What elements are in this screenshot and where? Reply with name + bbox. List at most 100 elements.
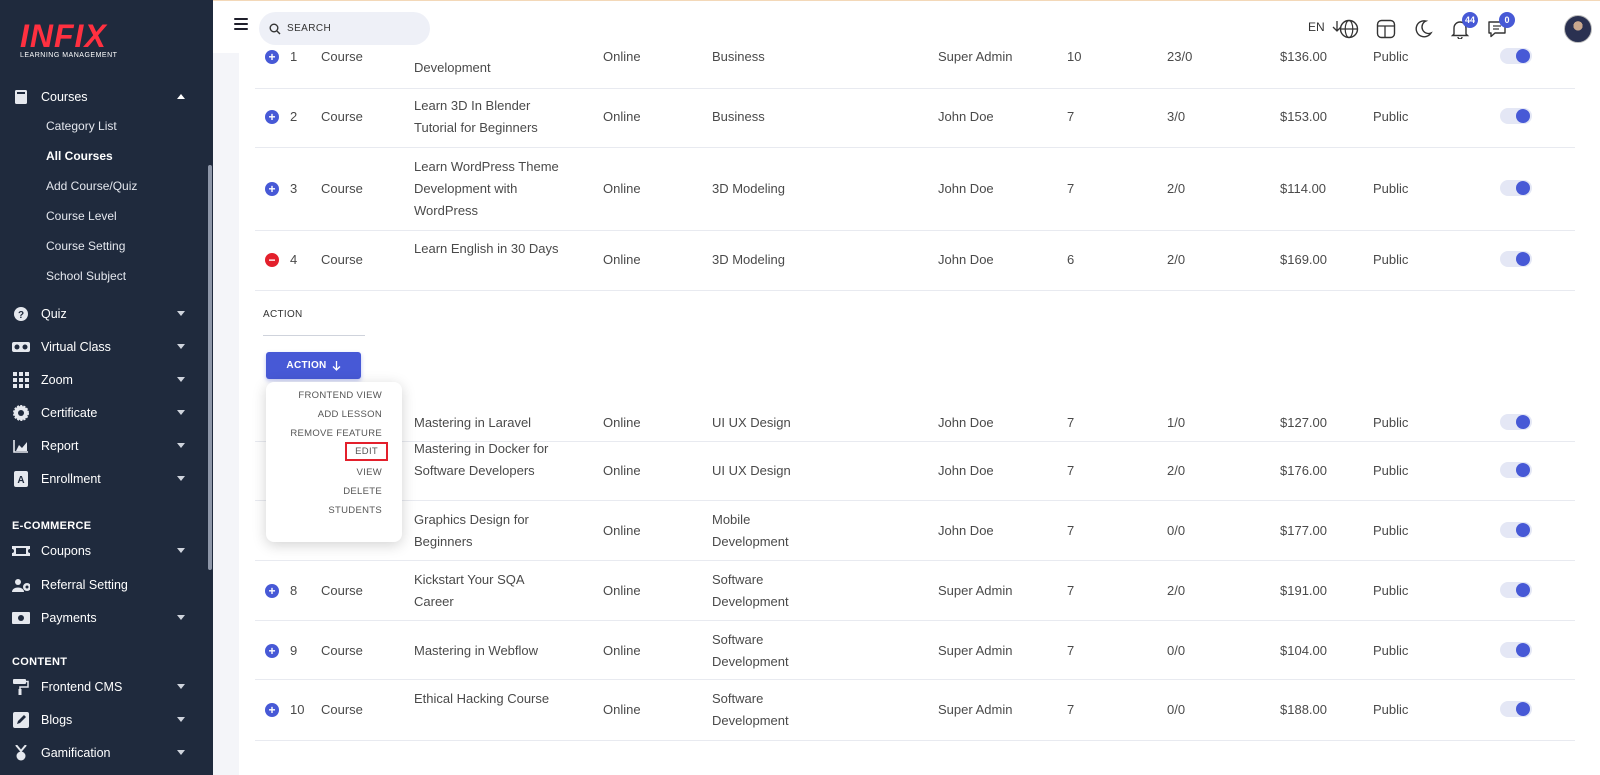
chevron-down-icon	[177, 750, 185, 755]
cell-title[interactable]: Learn English in 30 Days	[414, 238, 559, 260]
search-input[interactable]	[287, 23, 417, 34]
cell-title[interactable]: Learn WordPress Theme Development with W…	[414, 156, 559, 222]
chevron-down-icon	[177, 344, 185, 349]
cell-price: $104.00	[1280, 643, 1327, 658]
sidebar-scrollbar[interactable]	[208, 165, 212, 570]
sidebar-item-zoom[interactable]: Zoom	[0, 366, 205, 394]
globe-icon[interactable]	[1338, 18, 1360, 40]
cell-title[interactable]: Kickstart Your SQA Career	[414, 569, 559, 613]
sidebar-item-enrollment[interactable]: A Enrollment	[0, 465, 205, 493]
user-avatar[interactable]	[1564, 15, 1592, 43]
cell-title[interactable]: Graphics Design for Beginners	[414, 509, 559, 553]
sidebar-subitem-school-subject[interactable]: School Subject	[46, 266, 126, 286]
menu-item-edit[interactable]: EDIT	[345, 442, 388, 461]
status-toggle[interactable]	[1500, 180, 1532, 196]
status-toggle[interactable]	[1500, 462, 1532, 478]
medal-icon	[12, 744, 30, 762]
sidebar-subitem-add-course[interactable]: Add Course/Quiz	[46, 176, 137, 196]
sidebar-subitem-all-courses[interactable]: All Courses	[46, 146, 113, 166]
toggle-knob	[1516, 252, 1530, 266]
notification-bell-icon[interactable]: 44	[1449, 12, 1478, 40]
cell-enrolled: 2/0	[1167, 463, 1186, 478]
cell-lessons: 7	[1067, 643, 1075, 658]
cell-type: Course	[321, 181, 363, 196]
sidebar-subitem-course-level[interactable]: Course Level	[46, 206, 117, 226]
cell-mode: Online	[603, 702, 641, 717]
toggle-knob	[1516, 463, 1530, 477]
sidebar: INFIX LEARNING MANAGEMENT Courses Catego…	[0, 0, 213, 775]
cell-title[interactable]: Mastering in Laravel	[414, 412, 559, 434]
status-toggle[interactable]	[1500, 108, 1532, 124]
sidebar-item-certificate[interactable]: Certificate	[0, 399, 205, 427]
sidebar-item-label: Referral Setting	[41, 578, 128, 592]
status-toggle[interactable]	[1500, 582, 1532, 598]
expand-row-icon[interactable]: +	[265, 110, 279, 124]
cell-enrolled: 0/0	[1167, 523, 1186, 538]
cell-lessons: 6	[1067, 252, 1075, 267]
menu-item-add-lesson[interactable]: ADD LESSON	[318, 409, 382, 420]
cell-lessons: 7	[1067, 415, 1075, 430]
sidebar-item-courses[interactable]: Courses	[0, 83, 205, 111]
status-toggle[interactable]	[1500, 414, 1532, 430]
status-toggle[interactable]	[1500, 522, 1532, 538]
cell-num: 4	[290, 252, 298, 267]
toggle-knob	[1516, 181, 1530, 195]
expand-row-icon[interactable]: +	[265, 182, 279, 196]
logo-text: INFIX	[20, 18, 107, 54]
cell-instructor: John Doe	[938, 181, 994, 196]
cell-title[interactable]: Ethical Hacking Course	[414, 688, 559, 710]
layout-icon[interactable]	[1375, 18, 1397, 40]
cell-price: $136.00	[1280, 49, 1327, 64]
moon-icon[interactable]	[1412, 18, 1434, 40]
language-selector[interactable]: EN	[1308, 20, 1342, 34]
cell-type: Course	[321, 49, 363, 64]
cell-category: Business	[712, 109, 765, 124]
hamburger-menu-icon[interactable]	[234, 18, 248, 30]
status-toggle[interactable]	[1500, 251, 1532, 267]
cell-title[interactable]: Development	[414, 57, 559, 79]
status-toggle[interactable]	[1500, 642, 1532, 658]
sidebar-item-blogs[interactable]: Blogs	[0, 706, 205, 734]
expand-row-icon[interactable]: +	[265, 584, 279, 598]
chart-area-icon	[12, 437, 30, 455]
menu-item-students[interactable]: STUDENTS	[328, 505, 382, 516]
cell-title[interactable]: Mastering in Webflow	[414, 640, 559, 662]
sidebar-item-virtual-class[interactable]: Virtual Class	[0, 333, 205, 361]
sidebar-item-payments[interactable]: Payments	[0, 604, 205, 632]
cell-title[interactable]: Learn 3D In Blender Tutorial for Beginne…	[414, 95, 559, 139]
sidebar-item-label: Frontend CMS	[41, 680, 123, 694]
sidebar-item-label: Enrollment	[41, 472, 101, 486]
cell-category: UI UX Design	[712, 463, 791, 478]
sidebar-subitem-course-setting[interactable]: Course Setting	[46, 236, 125, 256]
sidebar-item-frontend-cms[interactable]: Frontend CMS	[0, 673, 205, 701]
cell-category: Software Development	[712, 572, 789, 609]
logo[interactable]: INFIX LEARNING MANAGEMENT	[0, 0, 213, 70]
section-heading-ecommerce: E-COMMERCE	[12, 520, 92, 532]
sidebar-item-quiz[interactable]: ? Quiz	[0, 300, 205, 328]
menu-item-remove-feature[interactable]: REMOVE FEATURE	[290, 428, 382, 439]
cell-instructor: John Doe	[938, 252, 994, 267]
sidebar-item-report[interactable]: Report	[0, 432, 205, 460]
cell-type: Course	[321, 702, 363, 717]
expand-row-icon[interactable]: +	[265, 50, 279, 64]
sidebar-subitem-category-list[interactable]: Category List	[46, 116, 117, 136]
vr-headset-icon	[12, 338, 30, 356]
status-toggle[interactable]	[1500, 701, 1532, 717]
expand-row-icon[interactable]: +	[265, 703, 279, 717]
sidebar-item-gamification[interactable]: Gamification	[0, 739, 205, 767]
svg-text:A: A	[17, 475, 24, 486]
cell-visibility: Public	[1373, 523, 1409, 538]
menu-item-frontend-view[interactable]: FRONTEND VIEW	[298, 390, 382, 401]
expand-row-icon[interactable]: +	[265, 644, 279, 658]
message-icon[interactable]: 0	[1486, 12, 1515, 40]
menu-item-view[interactable]: VIEW	[357, 467, 382, 478]
collapse-row-icon[interactable]: −	[265, 253, 279, 267]
cell-title[interactable]: Mastering in Docker for Software Develop…	[414, 438, 559, 482]
sidebar-item-coupons[interactable]: Coupons	[0, 537, 205, 565]
status-toggle[interactable]	[1500, 48, 1532, 64]
chevron-down-icon	[177, 548, 185, 553]
menu-item-delete[interactable]: DELETE	[343, 486, 382, 497]
sidebar-item-referral-setting[interactable]: Referral Setting	[0, 571, 205, 599]
cell-mode: Online	[603, 252, 641, 267]
action-dropdown-button[interactable]: ACTION	[266, 352, 361, 379]
